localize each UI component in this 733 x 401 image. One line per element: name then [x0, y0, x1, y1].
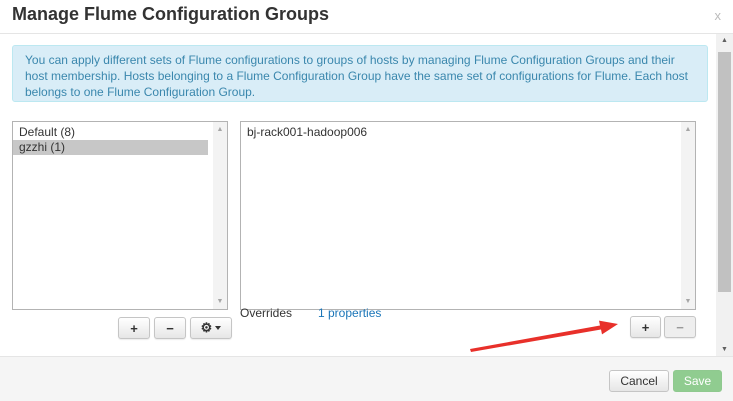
scroll-down-icon[interactable]: ▼ — [716, 346, 733, 353]
config-group-item-gzzhi[interactable]: gzzhi (1) — [13, 140, 208, 155]
scroll-up-icon[interactable]: ▲ — [213, 126, 227, 133]
chevron-down-icon — [215, 326, 222, 330]
overrides-properties-link[interactable]: 1 properties — [318, 306, 381, 320]
dialog-footer: Cancel Save — [0, 357, 733, 401]
dialog-scrollbar[interactable]: ▲ ▼ — [716, 34, 733, 356]
groups-list-scrollbar[interactable]: ▲ ▼ — [213, 122, 227, 309]
save-button[interactable]: Save — [673, 370, 722, 392]
scroll-up-icon[interactable]: ▲ — [681, 126, 695, 133]
remove-host-button[interactable]: − — [664, 316, 696, 338]
cancel-button[interactable]: Cancel — [609, 370, 669, 392]
scroll-down-icon[interactable]: ▼ — [681, 298, 695, 305]
remove-group-button[interactable]: − — [154, 317, 186, 339]
host-item[interactable]: bj-rack001-hadoop006 — [241, 125, 695, 140]
gear-icon: ⚙ — [200, 320, 213, 335]
dialog-header: Manage Flume Configuration Groups x — [0, 0, 733, 32]
hosts-list-scrollbar[interactable]: ▲ ▼ — [681, 122, 695, 309]
scrollbar-thumb[interactable] — [718, 52, 731, 292]
dialog-title: Manage Flume Configuration Groups — [12, 4, 330, 24]
add-group-button[interactable]: + — [118, 317, 150, 339]
scroll-up-icon[interactable]: ▲ — [716, 37, 733, 44]
config-group-item-default[interactable]: Default (8) — [13, 125, 227, 140]
info-alert: You can apply different sets of Flume co… — [12, 45, 708, 102]
group-settings-button[interactable]: ⚙ — [190, 317, 232, 339]
config-groups-list[interactable]: Default (8) gzzhi (1) ▲ ▼ — [12, 121, 228, 310]
group-hosts-list[interactable]: bj-rack001-hadoop006 ▲ ▼ — [240, 121, 696, 310]
close-icon[interactable]: x — [715, 8, 722, 23]
scroll-down-icon[interactable]: ▼ — [213, 298, 227, 305]
add-host-button[interactable]: + — [630, 316, 661, 338]
overrides-label: Overrides — [240, 306, 293, 320]
